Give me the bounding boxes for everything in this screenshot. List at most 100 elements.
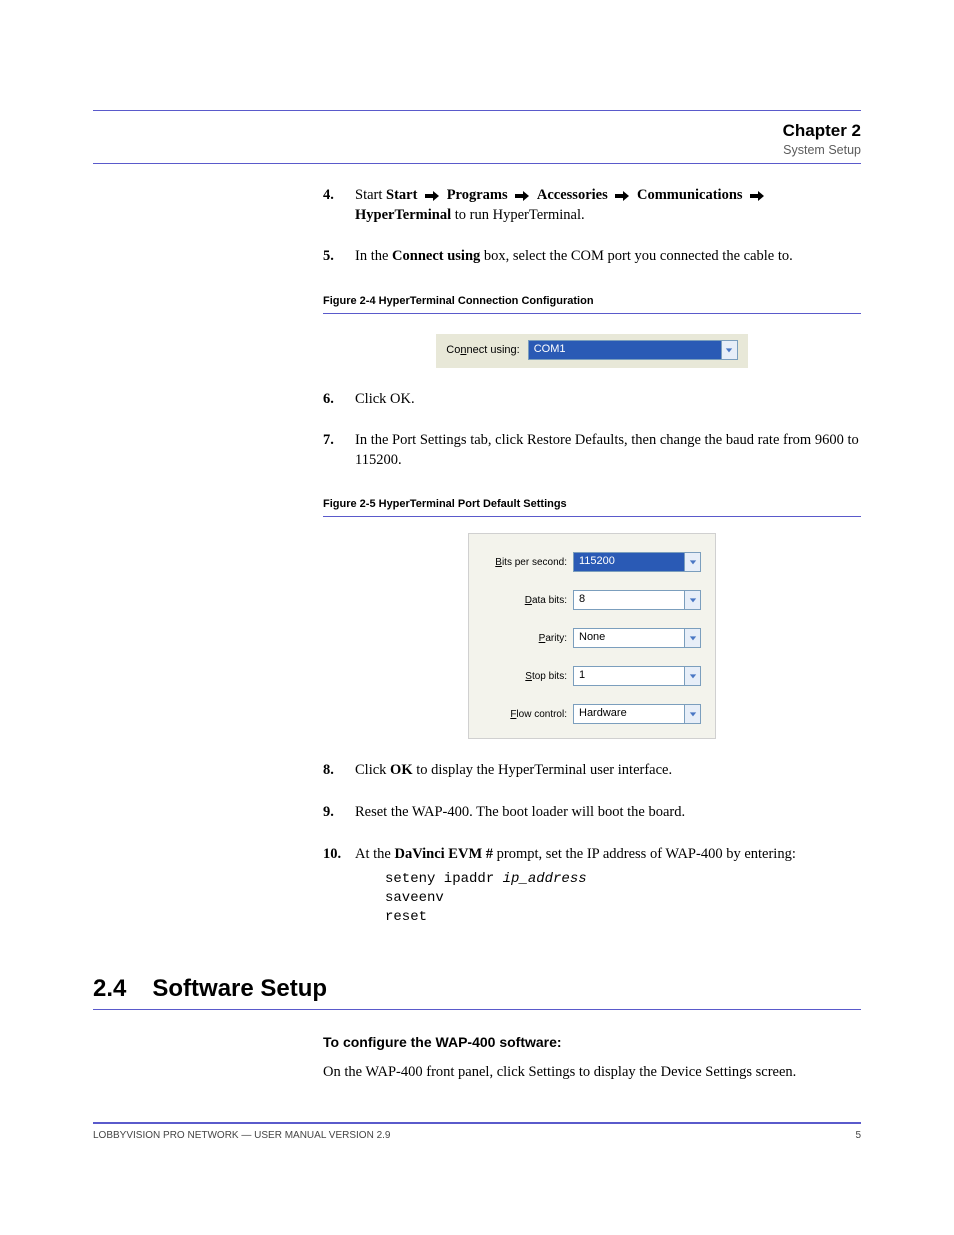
footer-left: LOBBYVISION PRO NETWORK — USER MANUAL VE… <box>93 1130 390 1141</box>
step-body: Reset the WAP-400. The boot loader will … <box>355 803 861 823</box>
bits-per-second-combo[interactable]: 115200 <box>573 552 701 572</box>
chapter-band: Chapter 2 System Setup <box>93 110 861 164</box>
connect-using-label: Connect using: <box>446 344 519 356</box>
step-5: 5. In the Connect using box, select the … <box>323 247 861 267</box>
data-bits-combo[interactable]: 8 <box>573 590 701 610</box>
label-part: nect using: <box>466 344 519 356</box>
step-number: 4. <box>323 186 345 225</box>
menu-programs: Programs <box>447 187 512 203</box>
data-bits-label: Data bits: <box>489 595 567 606</box>
footer-page-number: 5 <box>855 1130 861 1141</box>
step-10: 10. At the DaVinci EVM # prompt, set the… <box>323 845 861 927</box>
section-title: Software Setup <box>152 975 327 1003</box>
parity-label: Parity: <box>489 633 567 644</box>
step-number: 8. <box>323 761 345 781</box>
step-9: 9. Reset the WAP-400. The boot loader wi… <box>323 803 861 823</box>
step-4: 4. Start Start Programs Accessories Comm… <box>323 186 861 225</box>
bits-per-second-label: Bits per second: <box>489 557 567 568</box>
menu-start: Start <box>386 187 421 203</box>
text: At the <box>355 846 394 862</box>
text: to run HyperTerminal. <box>455 207 585 223</box>
chevron-down-icon[interactable] <box>721 341 737 359</box>
cmd: seteny ipaddr <box>385 871 503 887</box>
text: box, select the COM port you connected t… <box>484 248 793 264</box>
text: On the WAP-400 front panel, click Settin… <box>323 1064 796 1080</box>
cmd-line-1: seteny ipaddr ip_address <box>385 870 861 889</box>
combo-value: 8 <box>574 591 684 609</box>
flow-control-combo[interactable]: Hardware <box>573 704 701 724</box>
step-number: 6. <box>323 390 345 410</box>
section-subtitle: To configure the WAP-400 software: <box>323 1034 861 1050</box>
section-2-4: 2.4 Software Setup To configure the WAP-… <box>93 975 861 1082</box>
label-part: its per second: <box>502 557 567 568</box>
step-body: At the DaVinci EVM # prompt, set the IP … <box>355 845 861 927</box>
arrow-icon <box>615 190 629 202</box>
step-body: Click OK. <box>355 390 861 410</box>
chevron-down-icon[interactable] <box>684 629 700 647</box>
label-part: top bits: <box>532 671 567 682</box>
menu-communications: Communications <box>637 187 743 203</box>
chevron-down-icon[interactable] <box>684 705 700 723</box>
combo-value: COM1 <box>529 341 721 359</box>
text: to display the HyperTerminal user interf… <box>416 762 672 778</box>
stop-bits-combo[interactable]: 1 <box>573 666 701 686</box>
step-body: Start Start Programs Accessories Communi… <box>355 186 861 225</box>
arrow-icon <box>750 190 764 202</box>
step-body: In the Port Settings tab, click Restore … <box>355 431 861 470</box>
combo-value: None <box>574 629 684 647</box>
flow-control-row: Flow control: Hardware <box>483 704 701 724</box>
menu-hyperterminal: HyperTerminal <box>355 207 451 223</box>
cmd-line-2: saveenv <box>385 889 861 908</box>
ok-bold: OK <box>390 762 413 778</box>
bits-per-second-row: Bits per second: 115200 <box>483 552 701 572</box>
figure-24: Connect using: COM1 <box>323 334 861 368</box>
label-part: ata bits: <box>532 595 567 606</box>
stop-bits-label: Stop bits: <box>489 671 567 682</box>
text: prompt, set the IP address of WAP-400 by… <box>497 846 796 862</box>
parity-row: Parity: None <box>483 628 701 648</box>
cmd-line-3: reset <box>385 908 861 927</box>
figure-24-caption: Figure 2-4 HyperTerminal Connection Conf… <box>323 295 861 314</box>
figure-25: Bits per second: 115200 Data bits: 8 <box>323 533 861 739</box>
arrow-icon <box>425 190 439 202</box>
label-accel: B <box>495 557 502 568</box>
connect-using-combo[interactable]: COM1 <box>528 340 738 360</box>
section-divider <box>93 1009 861 1010</box>
label-part: low control: <box>516 709 567 720</box>
stop-bits-row: Stop bits: 1 <box>483 666 701 686</box>
chevron-down-icon[interactable] <box>684 667 700 685</box>
combo-value: Hardware <box>574 705 684 723</box>
section-body: On the WAP-400 front panel, click Settin… <box>323 1062 861 1082</box>
step-number: 9. <box>323 803 345 823</box>
data-bits-row: Data bits: 8 <box>483 590 701 610</box>
step-body: In the Connect using box, select the COM… <box>355 247 861 267</box>
page-footer: LOBBYVISION PRO NETWORK — USER MANUAL VE… <box>93 1122 861 1141</box>
step-7: 7. In the Port Settings tab, click Resto… <box>323 431 861 470</box>
step-6: 6. Click OK. <box>323 390 861 410</box>
port-settings-panel: Bits per second: 115200 Data bits: 8 <box>468 533 716 739</box>
step-number: 10. <box>323 845 345 927</box>
section-number: 2.4 <box>93 975 126 1003</box>
text: Start <box>355 187 386 203</box>
prompt-bold: DaVinci EVM # <box>394 846 493 862</box>
step-number: 5. <box>323 247 345 267</box>
menu-accessories: Accessories <box>537 187 611 203</box>
combo-value: 1 <box>574 667 684 685</box>
label-accel: D <box>525 595 532 606</box>
step-8: 8. Click OK to display the HyperTerminal… <box>323 761 861 781</box>
label-part: Co <box>446 344 460 356</box>
label-part: arity: <box>545 633 567 644</box>
step-body: Click OK to display the HyperTerminal us… <box>355 761 861 781</box>
text: In the <box>355 248 392 264</box>
chevron-down-icon[interactable] <box>684 553 700 571</box>
step-number: 7. <box>323 431 345 470</box>
hyperterminal-connect-panel: Connect using: COM1 <box>436 334 747 368</box>
arrow-icon <box>515 190 529 202</box>
chapter-title: System Setup <box>93 143 861 157</box>
section-heading: 2.4 Software Setup <box>93 975 861 1003</box>
figure-25-caption: Figure 2-5 HyperTerminal Port Default Se… <box>323 498 861 517</box>
chevron-down-icon[interactable] <box>684 591 700 609</box>
cmd-italic: ip_address <box>503 871 587 887</box>
flow-control-label: Flow control: <box>489 709 567 720</box>
parity-combo[interactable]: None <box>573 628 701 648</box>
